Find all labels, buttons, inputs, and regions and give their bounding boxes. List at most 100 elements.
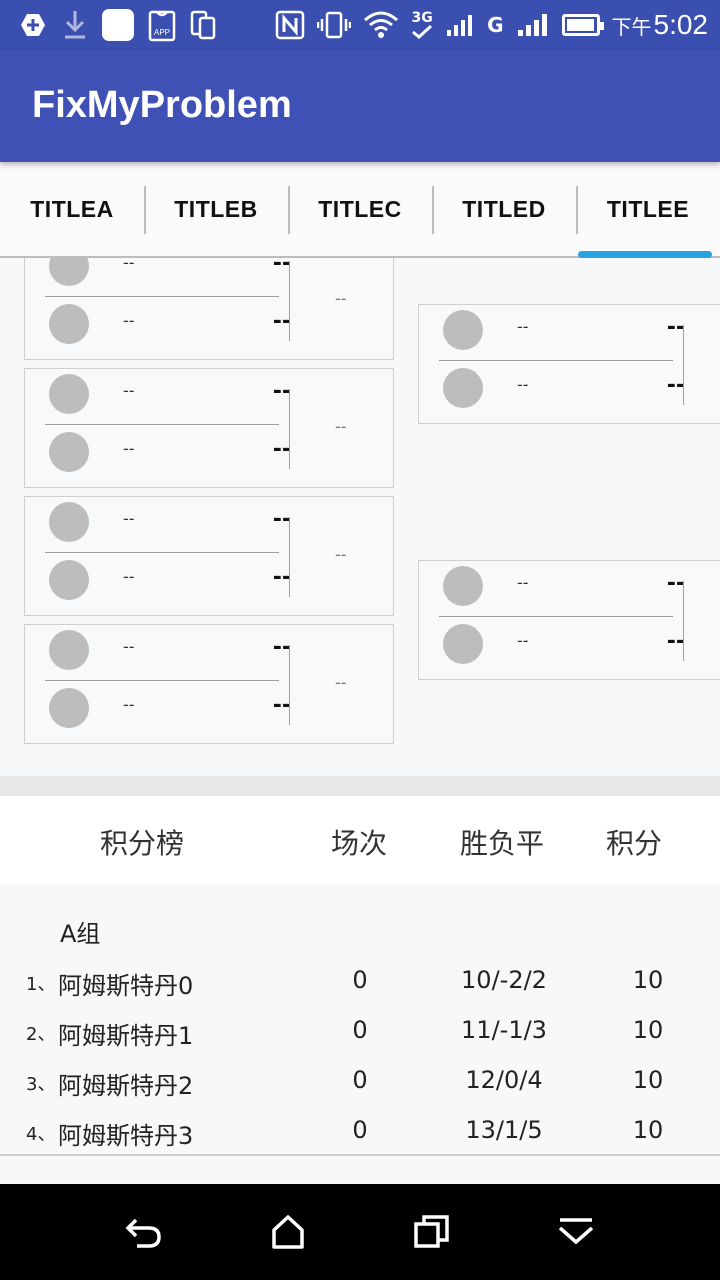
- home-icon[interactable]: [268, 1212, 308, 1252]
- player-row: -- --: [45, 497, 299, 549]
- tab-titlee[interactable]: TITLEE: [576, 162, 720, 258]
- table-row[interactable]: 4、 阿姆斯特丹3 0 13/1/5 10: [0, 1114, 720, 1154]
- app-bar: FixMyProblem: [0, 50, 720, 162]
- tab-titlec[interactable]: TITLEC: [288, 162, 432, 256]
- player-name: --: [123, 509, 135, 528]
- tab-titlea[interactable]: TITLEA: [0, 162, 144, 256]
- standings-header: 积分榜 场次 胜负平 积分: [0, 796, 720, 884]
- divider: [289, 517, 290, 597]
- player-name: --: [517, 317, 529, 336]
- player-name: --: [123, 258, 135, 272]
- clock: 下午5:02: [612, 9, 709, 41]
- divider: [289, 389, 290, 469]
- avatar: [49, 630, 89, 670]
- player-row: -- --: [439, 363, 693, 415]
- match-label: --: [335, 417, 347, 436]
- tab-titleb[interactable]: TITLEB: [144, 162, 288, 256]
- player-row: -- --: [45, 299, 299, 351]
- network-3g-text: 3G: [411, 10, 433, 26]
- vibrate-icon: [317, 11, 352, 39]
- app-icon: [102, 9, 134, 41]
- wdl-header: 胜负平: [460, 827, 545, 860]
- player-name: --: [123, 311, 135, 330]
- divider: [45, 552, 279, 553]
- player-name: --: [123, 637, 135, 656]
- bracket-view[interactable]: -- -- -- -- -- -- -- -- -- -- -- -- -- -…: [0, 258, 720, 776]
- status-bar: APP 3G G 下午5:02: [0, 0, 720, 50]
- player-name: --: [123, 381, 135, 400]
- points-cell: 10: [632, 1116, 664, 1144]
- match-card[interactable]: -- -- -- --: [418, 304, 720, 424]
- row-index: 2、: [26, 1024, 56, 1045]
- player-name: --: [517, 375, 529, 394]
- avatar: [49, 502, 89, 542]
- section-divider: [0, 776, 720, 796]
- wdl-cell: 12/0/4: [465, 1066, 543, 1094]
- network-3g-label: 3G: [411, 8, 433, 42]
- wifi-icon: [364, 11, 399, 38]
- matches-cell: 0: [352, 1016, 368, 1044]
- nfc-icon: [275, 10, 305, 40]
- team-name: 阿姆斯特丹3: [58, 1122, 194, 1150]
- player-name: --: [517, 573, 529, 592]
- check-icon: [412, 25, 433, 39]
- navigation-bar: [0, 1184, 720, 1280]
- wdl-cell: 10/-2/2: [461, 966, 547, 994]
- match-card[interactable]: -- -- -- -- --: [24, 624, 394, 744]
- divider: [683, 325, 684, 405]
- recent-apps-icon[interactable]: [412, 1212, 452, 1252]
- team-name: 阿姆斯特丹1: [58, 1022, 194, 1050]
- player-row: -- --: [45, 625, 299, 677]
- table-row[interactable]: 3、 阿姆斯特丹2 0 12/0/4 10: [0, 1064, 720, 1104]
- team-name: 阿姆斯特丹2: [58, 1072, 194, 1100]
- app-store-icon: APP: [148, 10, 176, 42]
- divider: [45, 680, 279, 681]
- standings-table: A组 1、 阿姆斯特丹0 0 10/-2/2 10 2、 阿姆斯特丹1 0 11…: [0, 884, 720, 1156]
- player-row: -- --: [439, 619, 693, 671]
- player-name: --: [123, 439, 135, 458]
- player-row: -- --: [439, 305, 693, 357]
- matches-cell: 0: [352, 966, 368, 994]
- matches-cell: 0: [352, 1116, 368, 1144]
- team-name: 阿姆斯特丹0: [58, 972, 194, 1000]
- avatar: [49, 432, 89, 472]
- match-card[interactable]: -- -- -- -- --: [24, 496, 394, 616]
- points-header: 积分: [606, 827, 663, 860]
- avatar: [49, 688, 89, 728]
- divider: [439, 616, 673, 617]
- player-row: -- --: [45, 369, 299, 421]
- player-name: --: [517, 631, 529, 650]
- points-cell: 10: [632, 966, 664, 994]
- match-label: --: [335, 545, 347, 564]
- table-row[interactable]: 2、 阿姆斯特丹1 0 11/-1/3 10: [0, 1014, 720, 1054]
- wdl-cell: 13/1/5: [465, 1116, 543, 1144]
- notification-drawer-icon[interactable]: [556, 1212, 596, 1252]
- match-label: --: [335, 673, 347, 692]
- group-label: A组: [60, 920, 101, 948]
- back-icon[interactable]: [124, 1212, 164, 1252]
- player-row: -- --: [45, 683, 299, 735]
- player-row: -- --: [45, 427, 299, 479]
- player-row: -- --: [45, 555, 299, 607]
- match-card[interactable]: -- -- -- --: [418, 560, 720, 680]
- tab-bar: TITLEA TITLEB TITLEC TITLED TITLEE: [0, 162, 720, 258]
- matches-cell: 0: [352, 1066, 368, 1094]
- signal-icon: [517, 14, 547, 36]
- player-name: --: [123, 695, 135, 714]
- divider: [289, 261, 290, 341]
- player-row: -- --: [439, 561, 693, 613]
- avatar: [49, 304, 89, 344]
- signal-icon: [447, 15, 473, 36]
- row-index: 4、: [26, 1124, 56, 1145]
- avatar: [443, 624, 483, 664]
- divider: [45, 424, 279, 425]
- avatar: [443, 566, 483, 606]
- player-row: -- --: [45, 258, 299, 293]
- divider: [45, 296, 279, 297]
- match-label: --: [335, 289, 347, 308]
- table-row[interactable]: 1、 阿姆斯特丹0 0 10/-2/2 10: [0, 964, 720, 1004]
- match-card[interactable]: -- -- -- -- --: [24, 258, 394, 360]
- match-card[interactable]: -- -- -- -- --: [24, 368, 394, 488]
- tab-titled[interactable]: TITLED: [432, 162, 576, 256]
- standings-title: 积分榜: [100, 827, 185, 860]
